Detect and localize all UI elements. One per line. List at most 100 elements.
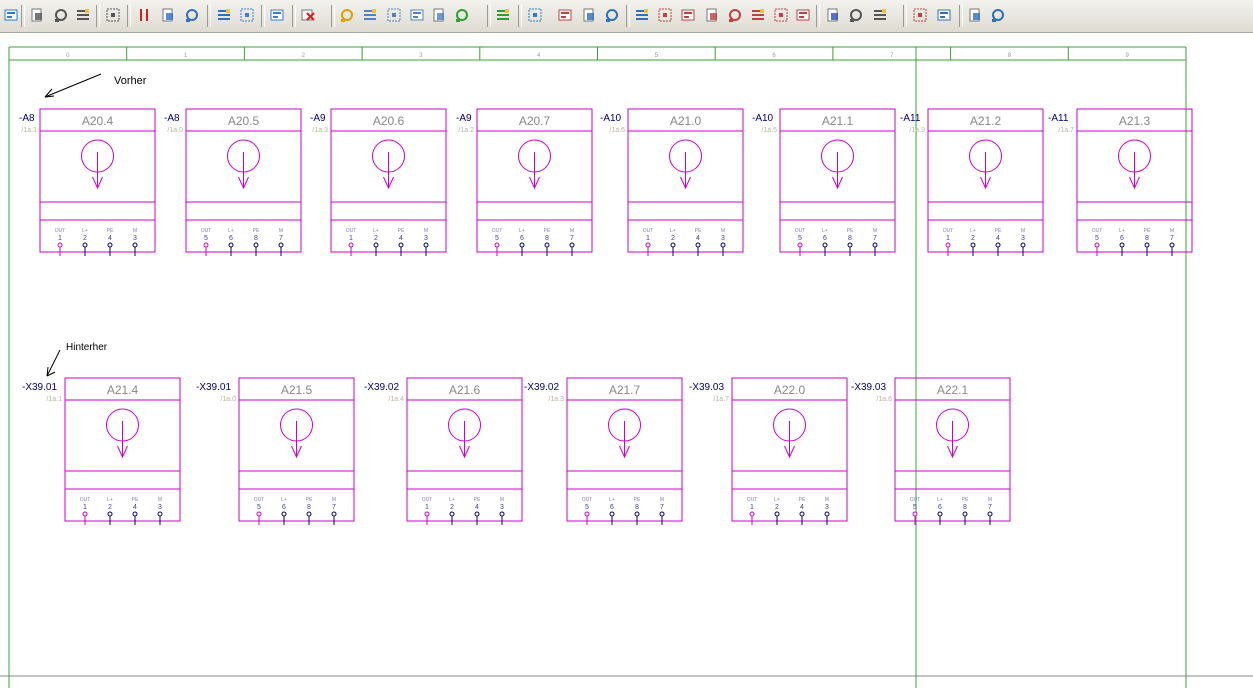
connector-alt-button[interactable] [794,5,812,25]
book-icon [341,9,353,22]
component-A22-1[interactable]: -X39.03/1a.6 A22.1 OUT5 L+6 PE8 M7 [851,377,1011,525]
component-reference: /1a.7 [713,396,729,403]
number-list-button[interactable] [74,5,92,25]
page-rotate-button[interactable] [430,5,448,25]
number-order-button[interactable] [52,5,70,25]
component-A20-5[interactable]: -A8/1a.0 A20.5 OUT5 L+6 PE8 M7 [164,108,302,256]
window-button[interactable] [935,5,953,25]
schematic-drawing[interactable]: 0 1 2 3 4 5 6 7 8 9 Vorher Hinterher -A8/1a.1 A20.4… [0,33,1253,688]
number-reverse-button[interactable] [104,5,122,25]
component-A21-6[interactable]: -X39.02/1a.4 A21.6 OUT1 L+2 PE4 M3 [364,377,523,525]
select-box-button[interactable] [580,5,598,25]
toolbar-separator [21,5,25,27]
frame-button[interactable] [911,5,929,25]
page-import-button[interactable] [453,5,471,25]
component-A20-6[interactable]: -A9/1a.3 A20.6 OUT1 L+2 PE4 M3 [310,108,447,256]
new-page-button[interactable] [385,5,403,25]
pause-red-button[interactable] [135,5,153,25]
zoom-fit-button[interactable] [966,5,984,25]
pin-function-label: OUT [346,228,357,234]
wire-grid-button[interactable] [656,5,674,25]
component-A20-7[interactable]: -A9/1a.2 A20.7 OUT5 L+6 PE8 M7 [456,108,593,256]
branch-dot-icon [752,9,764,20]
toolbar-separator [331,5,335,27]
branch-circle-button[interactable] [726,5,744,25]
component-A21-3[interactable]: -A11/1a.7 A21.3 OUT5 L+6 PE8 M7 [1048,108,1193,256]
pin-terminal [872,242,878,248]
pin-number: 6 [282,504,286,511]
component-A20-4[interactable]: -A8/1a.1 A20.4 OUT1 L+2 PE4 M3 [19,108,156,256]
pin-function-label: L+ [228,228,234,234]
pin-terminal [256,511,262,517]
annotation-before-arrowhead [44,88,55,98]
pin-terminal [774,511,780,517]
pin-terminal [847,242,853,248]
page-move-button[interactable] [268,5,286,25]
pin-number: 5 [204,235,208,242]
branch-button[interactable] [679,5,697,25]
connector-button[interactable] [772,5,790,25]
component-A21-5[interactable]: -X39.01/1a.0 A21.5 OUT5 L+6 PE8 M7 [196,377,355,525]
book-button[interactable] [338,5,356,25]
select-fit-button[interactable] [633,5,651,25]
pin-number: 7 [660,504,664,511]
component-A21-4[interactable]: -X39.01/1a.1 A21.4 OUT1 L+2 PE4 M3 [22,377,181,525]
pin-number: 6 [610,504,614,511]
layers-edit-icon [186,9,198,22]
ruler-column-label: 0 [66,53,70,59]
component-A21-1[interactable]: -A10/1a.5 A21.1 OUT5 L+6 PE8 M7 [752,108,896,256]
branch-alt-button[interactable] [703,5,721,25]
properties-button[interactable] [847,5,865,25]
layers-edit-button[interactable] [183,5,201,25]
table-button[interactable] [526,5,544,25]
network-button[interactable] [2,5,20,25]
pin-function-label: PE [634,497,641,503]
toolbar-separator [96,5,100,27]
copy-button[interactable] [361,5,379,25]
sort-numbers-button[interactable] [28,5,46,25]
layers-icon [162,8,173,22]
delete-x-button[interactable] [299,5,317,25]
pin-terminal [107,511,113,517]
component-A22-0[interactable]: -X39.03/1a.7 A22.0 OUT1 L+2 PE4 M3 [689,377,848,525]
page-edit-button[interactable] [408,5,426,25]
pin-function-label: PE [799,497,806,503]
ruler-column-label: 6 [772,53,776,59]
layers-button[interactable] [159,5,177,25]
branch-dot-button[interactable] [749,5,767,25]
pin-number: 1 [83,504,87,511]
pin-number: 7 [1170,235,1174,242]
pin-number: 2 [450,504,454,511]
component-A21-0[interactable]: -A10/1a.6 A21.0 OUT1 L+2 PE4 M3 [600,108,744,256]
pin-function-label: OUT [747,497,758,503]
toolbar-separator [127,5,131,27]
page-export-icon [497,9,509,20]
pin-number: 5 [495,235,499,242]
pin-function-label: L+ [82,228,88,234]
pin-number: 3 [721,235,725,242]
select-center-button[interactable] [603,5,621,25]
pin-number: 5 [913,504,917,511]
component-tag: -X39.03 [689,382,724,393]
component-A21-7[interactable]: -X39.02/1a.3 A21.7 OUT5 L+6 PE8 M7 [524,377,683,525]
pin-terminal [1020,242,1026,248]
pin-function-label: M [570,228,574,234]
component-name: A21.7 [609,383,641,397]
select-box-icon [583,8,594,22]
hatch-button[interactable] [871,5,889,25]
pin-number: 1 [425,504,429,511]
cart-button[interactable] [989,5,1007,25]
component-reference: /1a.7 [1058,127,1074,134]
component-A21-2[interactable]: -A11/1a.9 A21.2 OUT1 L+2 PE4 M3 [900,108,1044,256]
layers-back-button[interactable] [215,5,233,25]
list-edit-button[interactable] [556,5,574,25]
page-export-button[interactable] [494,5,512,25]
pin-function-label: L+ [609,497,615,503]
pin-number: 6 [520,235,524,242]
wave-button[interactable] [824,5,842,25]
pin-terminal [1144,242,1150,248]
page-grid-button[interactable] [238,5,256,25]
schematic-canvas[interactable]: 0 1 2 3 4 5 6 7 8 9 Vorher Hinterher -A8/1a.1 A20.4… [0,33,1253,688]
number-order-icon [55,9,67,22]
pin-number: 3 [1021,235,1025,242]
